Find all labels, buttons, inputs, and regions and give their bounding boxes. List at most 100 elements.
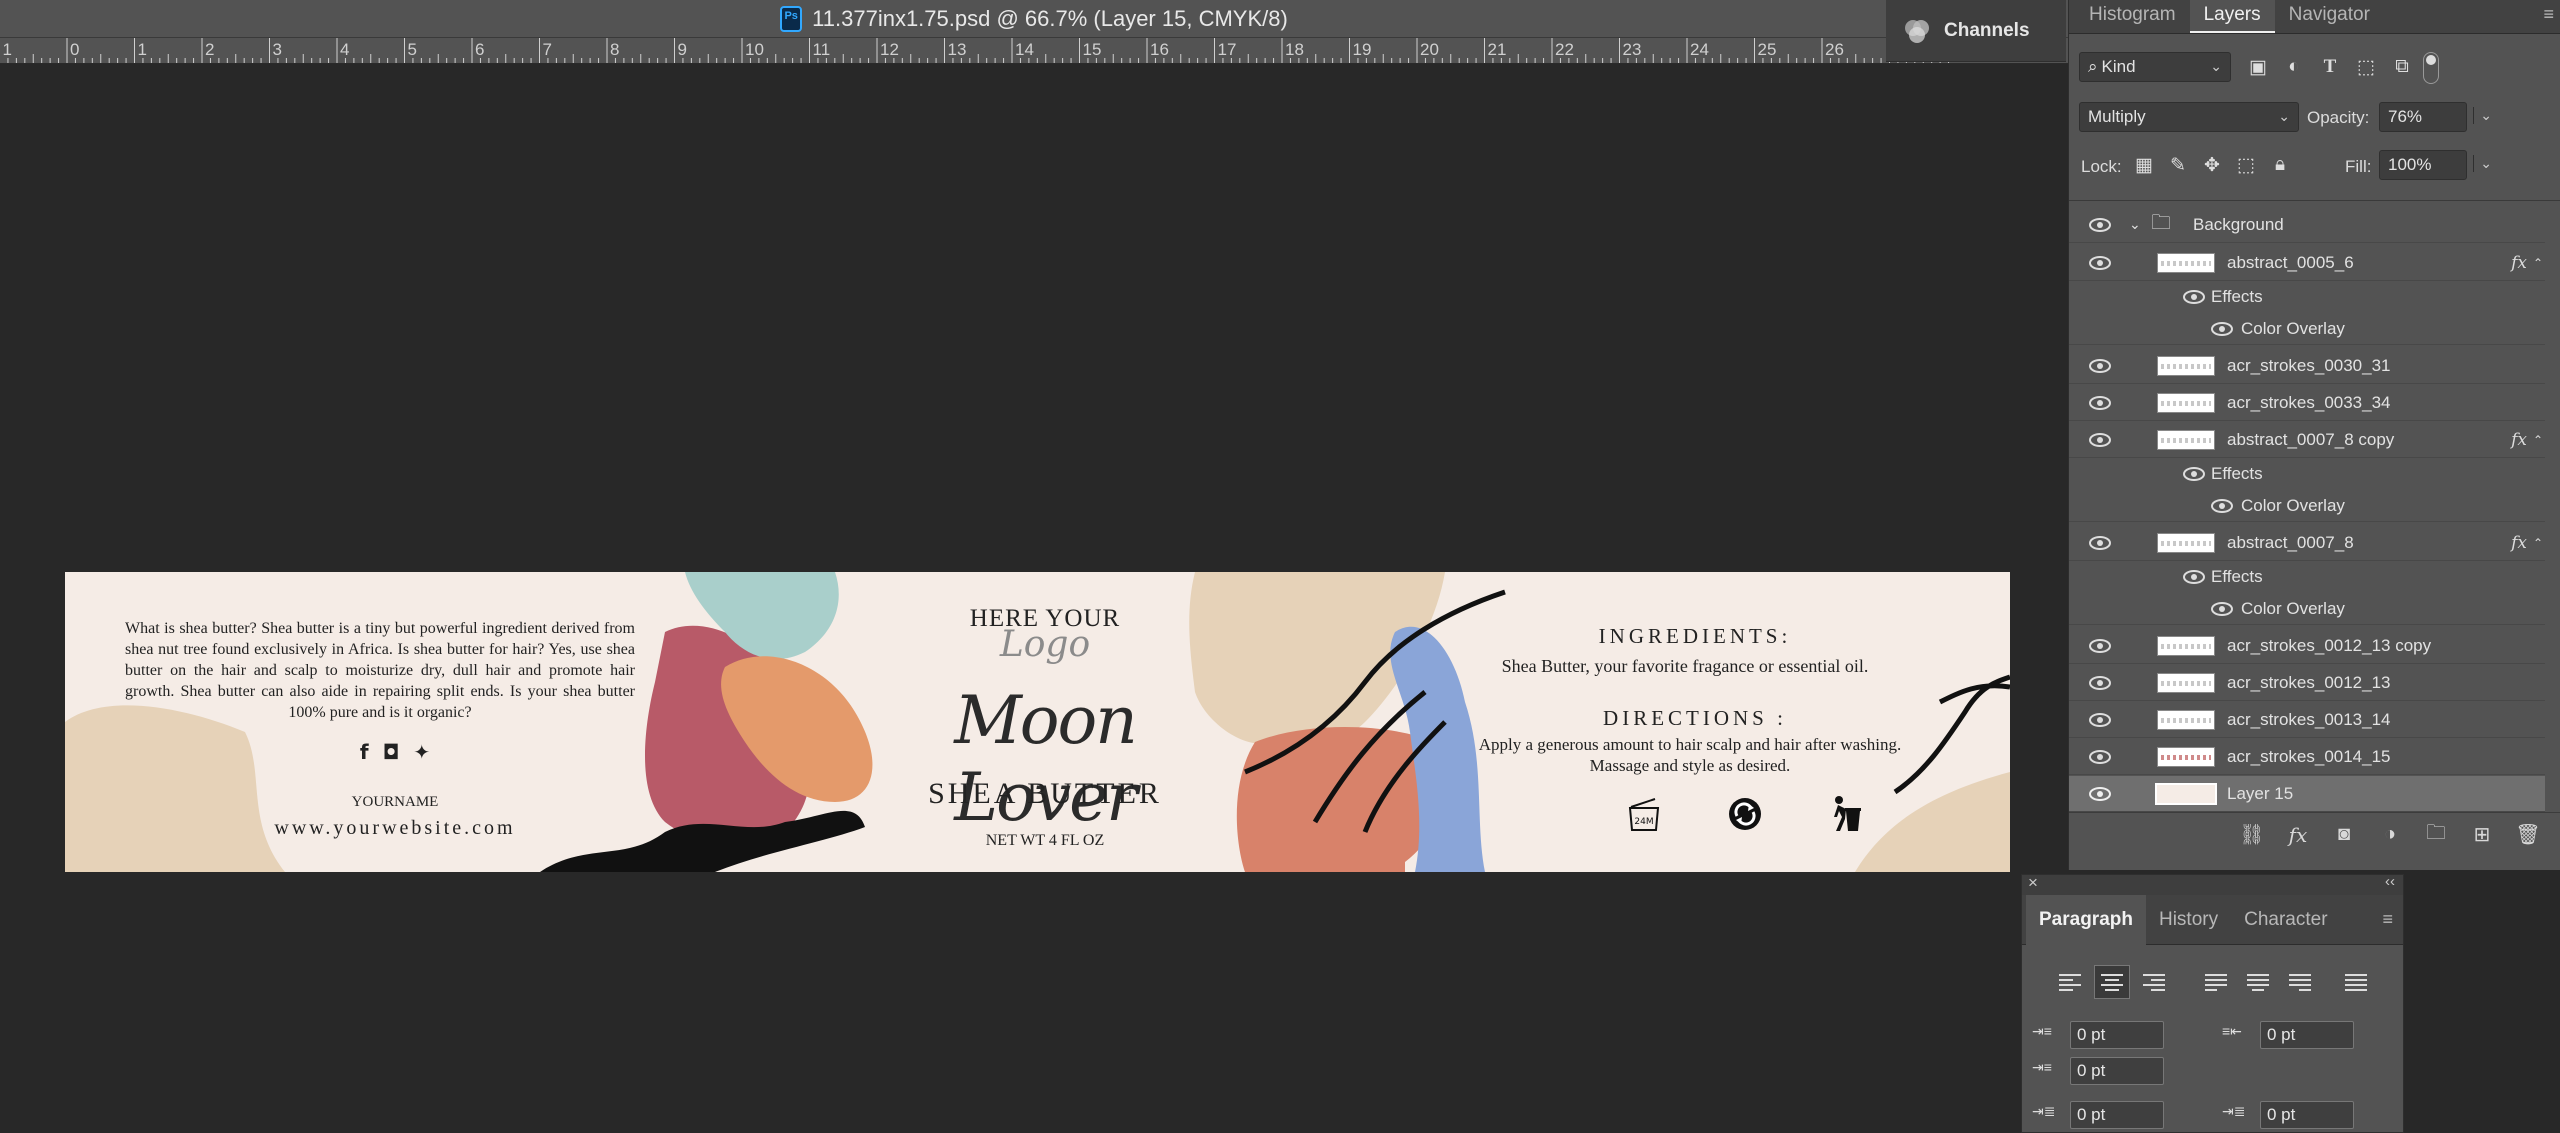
opacity-dropdown-icon[interactable]: ⌄ xyxy=(2473,107,2492,124)
filter-shape-icon[interactable]: ⬚ xyxy=(2355,56,2377,78)
layer-list[interactable]: ⌄ 🗀︎ Background abstract_0005_6 fx ⌃ Eff… xyxy=(2069,200,2560,812)
lock-transparent-icon[interactable]: ▦ xyxy=(2133,154,2155,176)
filter-toggle-icon[interactable] xyxy=(2423,52,2439,84)
visibility-eye-icon[interactable] xyxy=(2089,676,2111,690)
ruler-number: 23 xyxy=(1622,40,1642,59)
space-after-input[interactable]: 0 pt xyxy=(2260,1101,2354,1129)
shea-butter-description: What is shea butter? Shea butter is a ti… xyxy=(125,620,635,721)
indent-left-input[interactable]: 0 pt xyxy=(2070,1021,2164,1049)
channels-panel-tab[interactable]: Channels xyxy=(1886,0,2066,62)
indent-right-input[interactable]: 0 pt xyxy=(2260,1021,2354,1049)
layer-row[interactable]: abstract_0005_6 fx ⌃ xyxy=(2069,245,2545,281)
visibility-eye-icon[interactable] xyxy=(2089,787,2111,801)
lock-artboard-icon[interactable]: ⬚ xyxy=(2235,154,2257,176)
layer-effect-color-overlay[interactable]: Color Overlay xyxy=(2069,490,2545,522)
panel-menu-icon[interactable]: ≡ xyxy=(2382,909,2393,930)
layer-row[interactable]: acr_strokes_0033_34 xyxy=(2069,385,2545,421)
layer-effect-color-overlay[interactable]: Color Overlay xyxy=(2069,593,2545,625)
close-icon[interactable]: × xyxy=(2028,873,2038,893)
visibility-eye-icon[interactable] xyxy=(2211,499,2233,513)
panel-menu-icon[interactable]: ≡ xyxy=(2543,4,2554,25)
layer-row[interactable]: acr_strokes_0030_31 xyxy=(2069,348,2545,384)
ruler-number: 21 xyxy=(1487,40,1507,59)
opacity-input[interactable]: 76% ⌄ xyxy=(2379,102,2492,132)
layer-mask-icon[interactable]: ◙ xyxy=(2331,822,2357,848)
filter-type-icon[interactable]: T xyxy=(2319,56,2341,78)
filter-kind-value: Kind xyxy=(2101,57,2136,76)
layer-thumbnail xyxy=(2157,355,2215,376)
align-center-button[interactable] xyxy=(2094,965,2130,999)
fx-icon[interactable]: fx xyxy=(2511,533,2527,553)
chevron-down-icon[interactable]: ⌄ xyxy=(2129,216,2141,233)
fx-icon[interactable]: fx xyxy=(2285,822,2311,848)
fx-icon[interactable]: fx xyxy=(2511,253,2527,273)
visibility-eye-icon[interactable] xyxy=(2089,750,2111,764)
layer-row[interactable]: acr_strokes_0013_14 xyxy=(2069,702,2545,738)
layer-row[interactable]: acr_strokes_0012_13 xyxy=(2069,665,2545,701)
layer-row[interactable]: acr_strokes_0012_13 copy xyxy=(2069,628,2545,664)
visibility-eye-icon[interactable] xyxy=(2183,467,2205,481)
ingredients-heading: INGREDIENTS: xyxy=(1598,624,1792,648)
fx-icon[interactable]: fx xyxy=(2511,430,2527,450)
layer-row[interactable]: acr_strokes_0014_15 xyxy=(2069,739,2545,775)
layer-effects-row[interactable]: Effects xyxy=(2069,458,2545,490)
filter-kind-select[interactable]: ⌕ Kind ⌄ xyxy=(2079,52,2231,82)
layer-name: acr_strokes_0014_15 xyxy=(2227,746,2391,766)
lock-all-icon[interactable]: 🔒︎ xyxy=(2269,154,2291,176)
indent-first-line-input[interactable]: 0 pt xyxy=(2070,1057,2164,1085)
layer-row[interactable]: abstract_0007_8 copy fx ⌃ xyxy=(2069,422,2545,458)
lock-position-icon[interactable]: ✥ xyxy=(2201,154,2223,176)
label-artwork[interactable]: What is shea butter? Shea butter is a ti… xyxy=(65,572,2010,872)
visibility-eye-icon[interactable] xyxy=(2183,290,2205,304)
visibility-eye-icon[interactable] xyxy=(2089,639,2111,653)
adjustment-layer-icon[interactable]: ◑ xyxy=(2377,822,2403,848)
period-after-opening-icon: 24M xyxy=(1625,795,1663,833)
visibility-eye-icon[interactable] xyxy=(2089,396,2111,410)
blend-mode-select[interactable]: Multiply ⌄ xyxy=(2079,102,2299,132)
layer-effects-row[interactable]: Effects xyxy=(2069,281,2545,313)
filter-pixel-icon[interactable]: ▣ xyxy=(2247,56,2269,78)
align-right-button[interactable] xyxy=(2136,965,2172,999)
chevron-up-icon[interactable]: ⌃ xyxy=(2533,433,2543,447)
tab-character[interactable]: Character xyxy=(2231,895,2340,945)
lock-paint-icon[interactable]: ✎ xyxy=(2167,154,2189,176)
space-before-input[interactable]: 0 pt xyxy=(2070,1101,2164,1129)
paragraph-panel-tabs: Paragraph History Character ≡ xyxy=(2022,894,2403,945)
layer-row-selected[interactable]: Layer 15 xyxy=(2069,776,2545,812)
layer-group-background[interactable]: ⌄ 🗀︎ Background xyxy=(2069,207,2545,243)
tab-histogram[interactable]: Histogram xyxy=(2075,0,2190,33)
tab-paragraph[interactable]: Paragraph xyxy=(2026,894,2146,945)
layer-effect-color-overlay[interactable]: Color Overlay xyxy=(2069,313,2545,345)
justify-last-left-button[interactable] xyxy=(2198,965,2234,999)
chevron-up-icon[interactable]: ⌃ xyxy=(2533,256,2543,270)
filter-adjustment-icon[interactable]: ◐ xyxy=(2283,56,2305,78)
visibility-eye-icon[interactable] xyxy=(2089,218,2111,232)
visibility-eye-icon[interactable] xyxy=(2183,570,2205,584)
justify-last-right-button[interactable] xyxy=(2282,965,2318,999)
horizontal-ruler[interactable]: 1 0 1 2 3 4 5 6 7 8 9 10 11 12 13 14 15 16 17 18 19 20 21 22 23 2… xyxy=(0,38,2068,64)
visibility-eye-icon[interactable] xyxy=(2211,602,2233,616)
collapse-icon[interactable]: ‹‹ xyxy=(2385,873,2395,890)
delete-layer-icon[interactable]: 🗑︎ xyxy=(2515,822,2541,848)
visibility-eye-icon[interactable] xyxy=(2089,713,2111,727)
align-left-button[interactable] xyxy=(2052,965,2088,999)
visibility-eye-icon[interactable] xyxy=(2089,536,2111,550)
visibility-eye-icon[interactable] xyxy=(2089,359,2111,373)
new-group-icon[interactable]: 🗀︎ xyxy=(2423,822,2449,848)
tab-history[interactable]: History xyxy=(2146,895,2231,945)
justify-all-button[interactable] xyxy=(2338,965,2374,999)
fill-input[interactable]: 100% ⌄ xyxy=(2379,150,2492,180)
tab-layers[interactable]: Layers xyxy=(2189,0,2275,33)
visibility-eye-icon[interactable] xyxy=(2089,433,2111,447)
tab-navigator[interactable]: Navigator xyxy=(2275,0,2384,33)
filter-smart-object-icon[interactable]: ⧉ xyxy=(2391,56,2413,78)
chevron-up-icon[interactable]: ⌃ xyxy=(2533,536,2543,550)
fill-dropdown-icon[interactable]: ⌄ xyxy=(2473,155,2492,172)
link-layers-icon[interactable]: ⛓︎ xyxy=(2239,822,2265,848)
layer-effects-row[interactable]: Effects xyxy=(2069,561,2545,593)
justify-last-center-button[interactable] xyxy=(2240,965,2276,999)
visibility-eye-icon[interactable] xyxy=(2211,322,2233,336)
new-layer-icon[interactable]: ⊞ xyxy=(2469,822,2495,848)
visibility-eye-icon[interactable] xyxy=(2089,256,2111,270)
layer-row[interactable]: abstract_0007_8 fx ⌃ xyxy=(2069,525,2545,561)
